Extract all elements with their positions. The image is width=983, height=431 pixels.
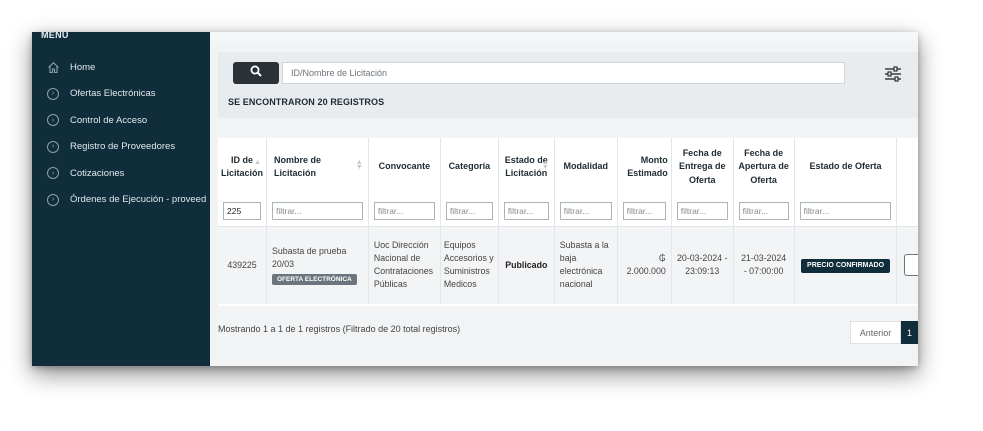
col-header-categoria[interactable]: Categoría	[440, 138, 499, 196]
search-input[interactable]: ID/Nombre de Licitación	[282, 62, 845, 84]
cell-id: 439225	[218, 226, 267, 304]
cell-apertura: 21-03-2024 - 07:00:00	[733, 226, 795, 304]
sort-icon: ▲ ▼	[541, 159, 549, 172]
filter-entrega-input[interactable]: filtrar...	[676, 201, 728, 220]
sidebar-item-label: Registro de Proveedores	[70, 141, 176, 153]
sidebar-item-label: Órdenes de Ejecución - proveed	[70, 194, 207, 206]
col-header-id[interactable]: ID de Licitación ▲	[218, 138, 267, 196]
filter-settings-icon[interactable]	[884, 66, 902, 87]
col-header-estado[interactable]: Estado de Licitación ▲ ▼	[498, 138, 555, 196]
sidebar-item-cotizaciones[interactable]: › Cotizaciones	[46, 160, 210, 187]
filter-nombre-input[interactable]: filtrar...	[272, 201, 363, 220]
cell-estado-oferta: PRECIO CONFIRMADO	[794, 226, 898, 304]
col-header-actions	[897, 138, 918, 196]
main-content: ID/Nombre de Licitación SE ENCONTRARON 2…	[210, 32, 918, 366]
table-row[interactable]: 439225 Subasta de prueba 20/03 OFERTA EL…	[218, 226, 918, 304]
filter-modalidad-input[interactable]: filtrar...	[559, 201, 612, 220]
sidebar-item-label: Cotizaciones	[70, 167, 125, 179]
chevron-circle-icon: ›	[46, 87, 60, 101]
nombre-text: Subasta de prueba 20/03	[272, 246, 347, 270]
cell-nombre: Subasta de prueba 20/03 OFERTA ELECTRÓNI…	[266, 226, 369, 304]
oferta-electronica-badge: OFERTA ELECTRÓNICA	[272, 273, 357, 286]
sort-icon: ▲ ▼	[355, 159, 363, 172]
cell-estado: Publicado	[498, 226, 555, 304]
chevron-circle-icon: ›	[46, 166, 60, 180]
cell-monto: ₲ 2.000.000	[617, 226, 672, 304]
filter-apertura-input[interactable]: filtrar...	[738, 201, 789, 220]
sidebar-item-registro-de-proveedores[interactable]: › Registro de Proveedores	[46, 134, 210, 161]
menu-title: MENU	[41, 32, 69, 40]
col-header-nombre[interactable]: Nombre de Licitación ▲ ▼	[266, 138, 369, 196]
col-header-convocante[interactable]: Convocante	[368, 138, 441, 196]
app-window: MENU Home › Ofertas Electrónicas › Contr…	[32, 32, 918, 366]
col-header-modalidad[interactable]: Modalidad	[554, 138, 618, 196]
sidebar-item-ordenes-de-ejecucion[interactable]: › Órdenes de Ejecución - proveed	[46, 187, 210, 214]
col-header-monto[interactable]: Monto Estimado	[617, 138, 672, 196]
filter-estado-oferta-input[interactable]: filtrar...	[799, 201, 892, 220]
pagination-info: Mostrando 1 a 1 de 1 registros (Filtrado…	[218, 324, 461, 334]
home-icon	[46, 60, 60, 74]
col-header-estado-oferta[interactable]: Estado de Oferta	[794, 138, 898, 196]
records-count: SE ENCONTRARON 20 REGISTROS	[228, 97, 385, 107]
sidebar-item-home[interactable]: Home	[46, 54, 210, 81]
top-strip	[210, 32, 918, 41]
results-table: ID de Licitación ▲ Nombre de Licitación ▲ ▼…	[218, 138, 918, 304]
sidebar-item-label: Home	[70, 61, 96, 73]
sidebar: MENU Home › Ofertas Electrónicas › Contr…	[32, 32, 210, 366]
sidebar-item-label: Ofertas Electrónicas	[70, 88, 156, 100]
filter-monto-input[interactable]: filtrar...	[622, 201, 666, 220]
chevron-circle-icon: ›	[46, 193, 60, 207]
cell-categoria: Equipos Accesorios y Suministros Medicos	[440, 226, 499, 304]
chevron-circle-icon: ›	[46, 140, 60, 154]
search-icon	[250, 64, 262, 82]
row-action-button[interactable]	[904, 254, 918, 276]
sort-icon: ▲	[254, 159, 261, 166]
cell-convocante: Uoc Dirección Nacional de Contrataciones…	[368, 226, 441, 304]
sidebar-nav: Home › Ofertas Electrónicas › Control de…	[46, 54, 210, 213]
status-badge: PRECIO CONFIRMADO	[801, 258, 891, 273]
sidebar-item-label: Control de Acceso	[70, 114, 148, 126]
pagination-prev-button[interactable]: Anterior	[850, 321, 901, 344]
filter-id-input[interactable]: 225	[223, 201, 261, 220]
pagination-page-button[interactable]: 1	[901, 321, 918, 344]
currency-symbol: ₲	[658, 253, 666, 264]
search-button[interactable]	[233, 62, 279, 84]
search-panel: ID/Nombre de Licitación SE ENCONTRARON 2…	[218, 52, 918, 118]
sidebar-item-control-de-acceso[interactable]: › Control de Acceso	[46, 107, 210, 134]
cell-modalidad: Subasta a la baja electrónica nacional	[554, 226, 618, 304]
filter-estado-input[interactable]: filtrar...	[503, 201, 549, 220]
col-header-entrega[interactable]: Fecha de Entrega de Oferta	[671, 138, 734, 196]
filter-convocante-input[interactable]: filtrar...	[373, 201, 435, 220]
monto-value: 2.000.000	[626, 266, 666, 277]
filter-categoria-input[interactable]: filtrar...	[445, 201, 493, 220]
sidebar-item-ofertas-electronicas[interactable]: › Ofertas Electrónicas	[46, 81, 210, 108]
results-table-wrapper: ID de Licitación ▲ Nombre de Licitación ▲ ▼…	[218, 138, 918, 306]
cell-entrega: 20-03-2024 - 23:09:13	[671, 226, 734, 304]
chevron-circle-icon: ›	[46, 113, 60, 127]
col-header-apertura[interactable]: Fecha de Apertura de Oferta	[733, 138, 795, 196]
